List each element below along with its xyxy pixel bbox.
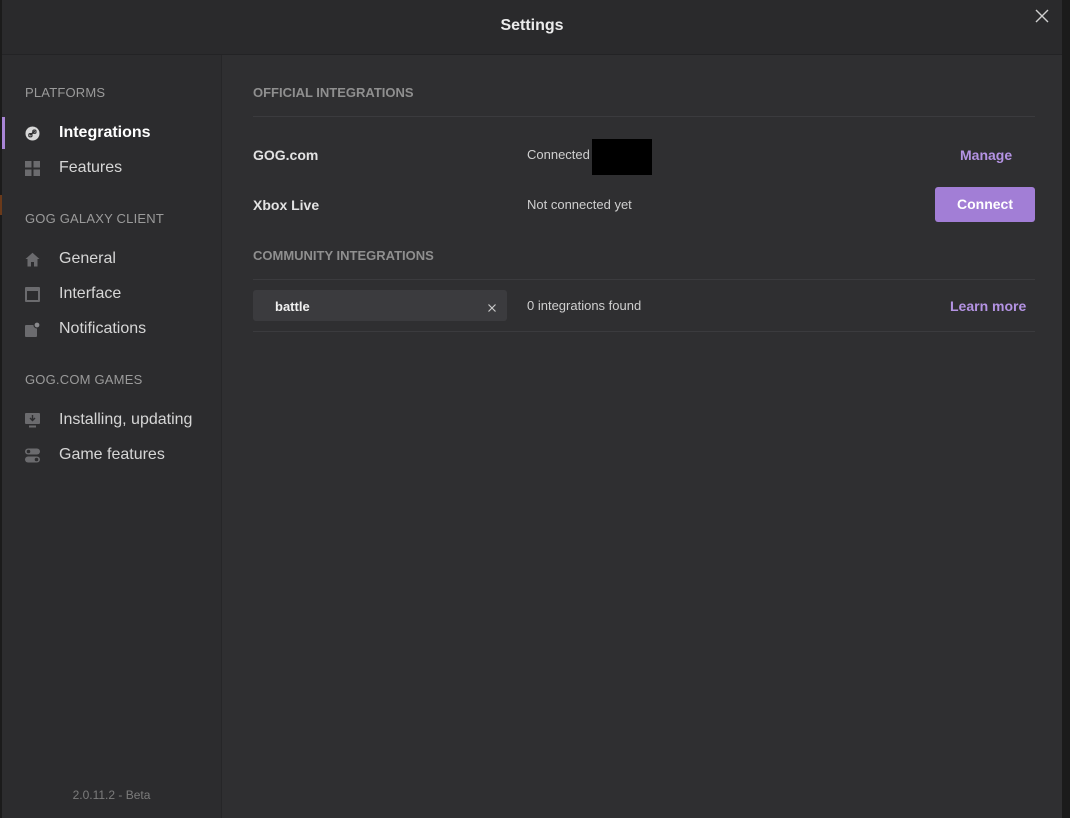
window-icon [25, 287, 40, 302]
sidebar-item-label: Features [59, 159, 123, 176]
integration-name-gog: GOG.com [253, 147, 319, 163]
sidebar-item-label: Integrations [59, 124, 151, 141]
link-icon [25, 126, 40, 141]
toggles-icon [25, 448, 40, 463]
sidebar-item-game-features[interactable]: Game features [2, 438, 221, 472]
notification-icon [25, 322, 40, 337]
sidebar-item-interface[interactable]: Interface [2, 277, 221, 311]
window-title: Settings [500, 17, 564, 34]
connect-button[interactable]: Connect [935, 187, 1035, 222]
sidebar-item-installing-updating[interactable]: Installing, updating [2, 403, 221, 437]
official-integrations-heading: OFFICIAL INTEGRATIONS [253, 85, 414, 100]
section-heading-gog-com-games: GOG.COM GAMES [25, 372, 143, 387]
search-input[interactable] [275, 297, 475, 315]
close-icon [488, 304, 496, 312]
divider [253, 279, 1035, 280]
section-heading-platforms: PLATFORMS [25, 85, 106, 100]
redacted-username [592, 139, 652, 175]
sidebar-item-label: Interface [59, 285, 122, 302]
integration-result-count: 0 integrations found [527, 298, 642, 313]
sidebar-item-label: Installing, updating [59, 411, 193, 428]
settings-window: Settings PLATFORMS Integrations Features… [2, 0, 1062, 818]
title-bar: Settings [2, 0, 1062, 55]
sidebar-item-notifications[interactable]: Notifications [2, 312, 221, 346]
sidebar-item-label: General [59, 250, 116, 267]
sidebar-item-general[interactable]: General [2, 242, 221, 276]
integration-search [253, 290, 507, 321]
integration-status-gog: Connected [527, 147, 590, 162]
sidebar-item-integrations[interactable]: Integrations [2, 116, 221, 150]
download-icon [25, 413, 40, 428]
integration-status-xbox: Not connected yet [527, 197, 632, 212]
home-icon [25, 252, 40, 267]
sidebar-item-label: Game features [59, 446, 165, 463]
sidebar-item-label: Notifications [59, 320, 147, 337]
close-button[interactable] [1032, 6, 1052, 26]
grid-icon [25, 161, 40, 176]
close-icon [1035, 9, 1049, 23]
divider [253, 116, 1035, 117]
integration-name-xbox: Xbox Live [253, 197, 320, 213]
clear-search-button[interactable] [487, 300, 497, 312]
section-heading-gog-galaxy-client: GOG GALAXY CLIENT [25, 211, 164, 226]
version-label: 2.0.11.2 - Beta [72, 788, 151, 802]
sidebar: PLATFORMS Integrations Features GOG GALA… [2, 55, 222, 818]
learn-more-link[interactable]: Learn more [950, 298, 1026, 314]
divider [253, 331, 1035, 332]
community-integrations-heading: COMMUNITY INTEGRATIONS [253, 248, 434, 263]
manage-link[interactable]: Manage [960, 147, 1012, 163]
sidebar-item-features[interactable]: Features [2, 151, 221, 185]
